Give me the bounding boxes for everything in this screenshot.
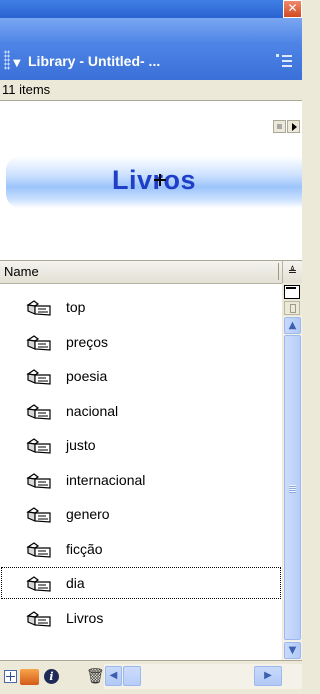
window-top-strip [0, 0, 302, 19]
library-item-row[interactable]: Livros [0, 601, 282, 635]
button-symbol-icon [26, 334, 52, 352]
library-item-label: Livros [66, 610, 104, 626]
delete-trash-icon[interactable]: 🗑 [86, 668, 105, 685]
library-item-label: internacional [66, 472, 146, 488]
new-folder-icon[interactable] [20, 669, 39, 685]
library-item-row[interactable]: preços [0, 325, 282, 359]
close-button[interactable]: ✕ [283, 0, 302, 18]
new-symbol-icon[interactable] [4, 670, 17, 683]
button-symbol-icon [26, 299, 52, 317]
button-symbol-icon [26, 610, 52, 628]
library-item-label: poesia [66, 368, 108, 384]
registration-point-icon [154, 174, 166, 186]
button-symbol-icon [26, 541, 52, 559]
list-column-header[interactable] [0, 261, 282, 284]
library-item-label: ficção [66, 541, 103, 557]
library-item-row[interactable]: poesia [0, 359, 282, 393]
library-item-row[interactable]: internacional [0, 463, 282, 497]
panel-title: Library - Untitled- ... [28, 53, 161, 69]
library-item-label: genero [66, 506, 110, 522]
drag-grip-icon[interactable] [4, 50, 10, 70]
preview-play-button[interactable] [287, 120, 300, 133]
button-symbol-icon [26, 506, 52, 524]
item-count: 11 items [2, 82, 51, 97]
library-item-row[interactable]: justo [0, 428, 282, 462]
button-symbol-icon [26, 403, 52, 421]
sort-order-button[interactable]: ≜ [282, 261, 302, 283]
library-item-label: nacional [66, 403, 119, 419]
panel-options-menu-icon[interactable] [276, 52, 294, 70]
library-item-label: top [66, 299, 86, 315]
scroll-right-button[interactable]: ▶ [254, 666, 282, 686]
button-symbol-icon [26, 437, 52, 455]
button-symbol-icon [26, 368, 52, 386]
library-item-label: dia [66, 575, 85, 591]
horizontal-scroll-thumb[interactable] [123, 666, 141, 686]
library-item-row[interactable]: genero [0, 497, 282, 531]
button-symbol-icon [26, 472, 52, 490]
library-item-label: justo [66, 437, 96, 453]
scroll-left-button[interactable]: ◀ [105, 666, 122, 686]
panel-title-bar[interactable] [0, 18, 302, 80]
library-item-label: preços [66, 334, 109, 350]
properties-icon[interactable]: i [44, 669, 59, 684]
preview-stop-button[interactable] [273, 120, 286, 133]
wide-state-button[interactable] [284, 285, 300, 299]
narrow-state-button[interactable] [284, 301, 300, 315]
scroll-down-button[interactable]: ▼ [284, 642, 301, 659]
scroll-up-button[interactable]: ▲ [284, 317, 301, 334]
column-header-name[interactable]: Name [4, 264, 39, 279]
library-item-row[interactable]: dia [0, 566, 282, 600]
button-symbol-icon [26, 575, 52, 593]
library-item-row[interactable]: top [0, 290, 282, 324]
column-divider[interactable] [278, 263, 279, 280]
library-item-row[interactable]: ficção [0, 532, 282, 566]
library-item-list: top preços poesia nacional justo internaciona… [0, 284, 282, 660]
collapse-arrow-icon[interactable]: ▼ [13, 58, 21, 69]
scroll-thumb-grip-icon [289, 485, 296, 493]
library-item-row[interactable]: nacional [0, 394, 282, 428]
